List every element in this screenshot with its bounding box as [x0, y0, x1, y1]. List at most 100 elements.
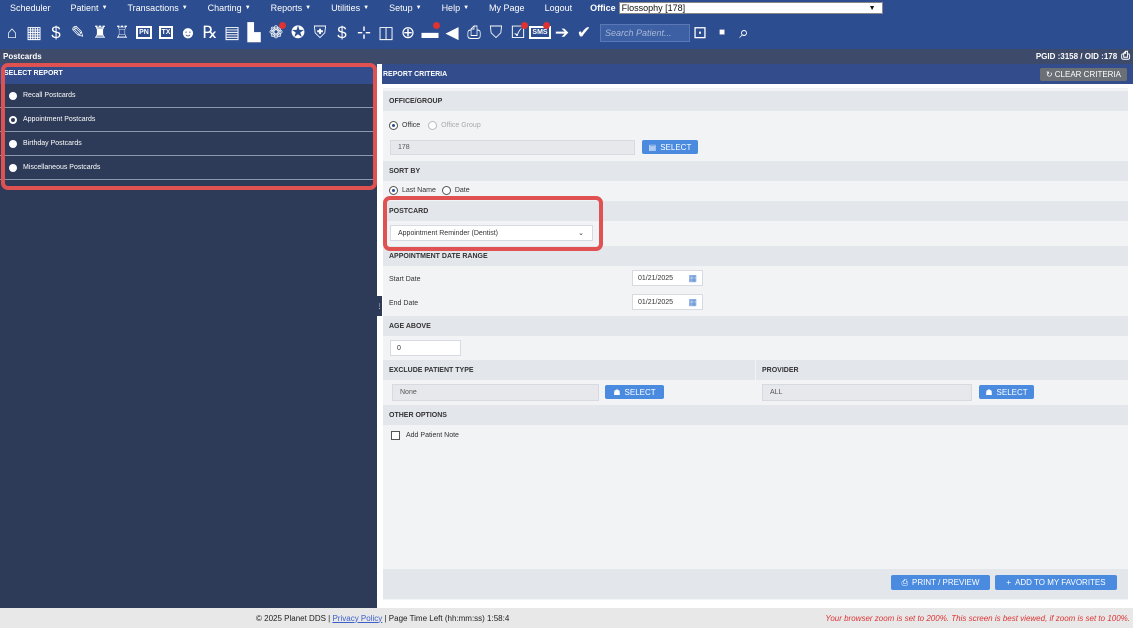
start-date-value: 01/21/2025 — [638, 274, 674, 282]
start-date-input[interactable]: 01/21/2025 ▦ — [632, 270, 703, 286]
user-plus-icon: ☗ — [613, 387, 621, 397]
nav-my-page[interactable]: My Page — [479, 0, 535, 16]
plus-icon: + — [1006, 578, 1012, 587]
page-time-left: | Page Time Left (hh:mm:ss) 1:58:4 — [384, 613, 510, 623]
exclude-select-button[interactable]: ☗ SELECT — [605, 385, 664, 399]
tooth-icon[interactable]: ♜ — [90, 21, 110, 45]
printer-icon[interactable]: ⎙ — [1121, 50, 1130, 63]
notification-badge — [543, 21, 550, 29]
exclude-patient-type-field[interactable]: None — [392, 384, 599, 401]
copyright-text: © 2025 Planet DDS | — [256, 613, 331, 623]
nav-scheduler[interactable]: Scheduler — [0, 0, 61, 16]
nav-logout[interactable]: Logout — [535, 0, 583, 16]
section-office-group: OFFICE/GROUP — [383, 91, 1128, 111]
tooth-chart-icon[interactable]: ♖ — [112, 21, 132, 45]
add-patient-note-checkbox[interactable] — [391, 430, 400, 440]
edit-icon[interactable]: ✎ — [68, 21, 88, 45]
caret-down-icon: ▼ — [305, 5, 312, 11]
nav-transactions[interactable]: Transactions ▼ — [118, 0, 198, 16]
task-list-icon[interactable]: ☑ — [508, 21, 528, 45]
nav-label: Help — [441, 3, 461, 13]
comment-icon[interactable]: ▬ — [420, 21, 440, 45]
nav-help[interactable]: Help ▼ — [432, 0, 479, 16]
prescription-icon[interactable]: ℞ — [200, 21, 220, 45]
clear-criteria-button[interactable]: ↻ CLEAR CRITERIA — [1039, 67, 1127, 81]
caret-down-icon: ▼ — [463, 5, 470, 11]
print-preview-button[interactable]: ⎙ PRINT / PREVIEW — [891, 575, 990, 590]
notification-badge — [433, 21, 440, 29]
office-select[interactable]: Flossophy [178] ▼ — [618, 2, 883, 14]
calendar-icon[interactable]: ▦ — [688, 297, 697, 308]
end-date-row: End Date — [383, 292, 1128, 314]
nav-utilities[interactable]: Utilities ▼ — [321, 0, 379, 16]
nav-charting[interactable]: Charting ▼ — [198, 0, 261, 16]
globe-icon[interactable]: ⊕ — [398, 21, 418, 45]
page-title: Postcards — [3, 52, 42, 61]
start-date-row: Start Date — [383, 268, 1128, 290]
user-icon: ☗ — [985, 387, 993, 397]
page-header-bar: Postcards PGID :3158 / OID :178 ⎙ — [0, 49, 1133, 64]
checkmark-icon[interactable]: ✔ — [574, 21, 594, 45]
line-chart-icon[interactable]: ◫ — [376, 21, 396, 45]
printer-icon[interactable]: ⎙ — [464, 21, 484, 45]
pn-label: PN — [136, 26, 152, 39]
privacy-policy-link[interactable]: Privacy Policy — [332, 614, 382, 623]
square-icon[interactable]: ■ — [712, 21, 732, 45]
report-criteria-title: REPORT CRITERIA — [383, 70, 448, 78]
action-bar: ⎙ PRINT / PREVIEW + ADD TO MY FAVORITES — [383, 569, 1128, 599]
icon-toolbar: ⌂ ▦ $ ✎ ♜ ♖ PN TX ☻ ℞ ▤ ▙ ❁ ✪ ⛨ $ ⊹ ◫ ⊕ … — [0, 16, 1133, 49]
nav-label: Scheduler — [10, 3, 51, 13]
office-id-field[interactable]: 178 — [390, 140, 635, 155]
highlight-select-report — [1, 63, 377, 190]
caret-down-icon: ▼ — [363, 5, 370, 11]
top-nav: Scheduler Patient ▼ Transactions ▼ Chartin… — [0, 0, 1133, 16]
chevron-down-icon: ▼ — [868, 4, 876, 12]
calendar-icon[interactable]: ▦ — [24, 21, 44, 45]
age-above-input[interactable]: 0 — [390, 340, 461, 356]
office-select-value: Flossophy [178] — [621, 3, 686, 13]
nav-label: Logout — [544, 3, 573, 13]
provider-select-button[interactable]: ☗ SELECT — [979, 385, 1034, 399]
office-group-radio[interactable] — [428, 120, 438, 130]
office-select-button[interactable]: ▤ SELECT — [642, 140, 698, 154]
recall-icon[interactable]: ✪ — [288, 21, 308, 45]
insurance-icon[interactable]: ⛨ — [310, 21, 330, 45]
megaphone-icon[interactable]: ◀ — [442, 21, 462, 45]
nav-patient[interactable]: Patient ▼ — [61, 0, 118, 16]
add-to-favorites-button[interactable]: + ADD TO MY FAVORITES — [995, 575, 1117, 590]
dollar-icon[interactable]: $ — [46, 21, 66, 45]
caret-down-icon: ▼ — [244, 5, 251, 11]
section-exclude-patient-type: EXCLUDE PATIENT TYPE — [383, 360, 755, 380]
org-chart-icon[interactable]: ⊹ — [354, 21, 374, 45]
patient-search-icon[interactable]: ⊡ — [690, 21, 710, 45]
calendar-icon[interactable]: ▦ — [688, 273, 697, 284]
sort-last-name-radio[interactable] — [389, 185, 398, 195]
message-icon[interactable]: ▤ — [222, 21, 242, 45]
advanced-search-icon[interactable]: ⌕ — [734, 21, 754, 45]
caret-down-icon: ▼ — [101, 5, 108, 11]
caret-down-icon: ▼ — [415, 5, 422, 11]
select-label: SELECT — [624, 387, 656, 397]
nav-setup[interactable]: Setup ▼ — [379, 0, 431, 16]
nav-label: Transactions — [127, 3, 179, 13]
office-radio[interactable] — [389, 120, 398, 130]
treatment-plan-icon[interactable]: TX — [156, 21, 176, 45]
family-icon[interactable]: ☻ — [178, 21, 198, 45]
search-patient-input[interactable]: Search Patient... — [600, 23, 690, 42]
footer: © 2025 Planet DDS | Privacy Policy | Pag… — [0, 608, 1133, 628]
chat-icon[interactable]: ❁ — [266, 21, 286, 45]
dollar-sign-icon[interactable]: $ — [332, 21, 352, 45]
shield-icon[interactable]: ⛉ — [486, 21, 506, 45]
nav-reports[interactable]: Reports ▼ — [261, 0, 321, 16]
select-label: SELECT — [996, 387, 1028, 397]
end-date-input[interactable]: 01/21/2025 ▦ — [632, 294, 703, 310]
caret-down-icon: ▼ — [181, 5, 188, 11]
document-icon[interactable]: ▙ — [244, 21, 264, 45]
sort-date-radio[interactable] — [441, 185, 451, 195]
provider-field[interactable]: ALL — [762, 384, 972, 401]
progress-notes-icon[interactable]: PN — [134, 21, 154, 45]
forward-icon[interactable]: ➔ — [552, 21, 572, 45]
sms-icon[interactable]: SMS — [529, 21, 551, 45]
home-icon[interactable]: ⌂ — [2, 21, 22, 45]
footer-copyright: © 2025 Planet DDS | Privacy Policy | Pag… — [256, 614, 509, 623]
